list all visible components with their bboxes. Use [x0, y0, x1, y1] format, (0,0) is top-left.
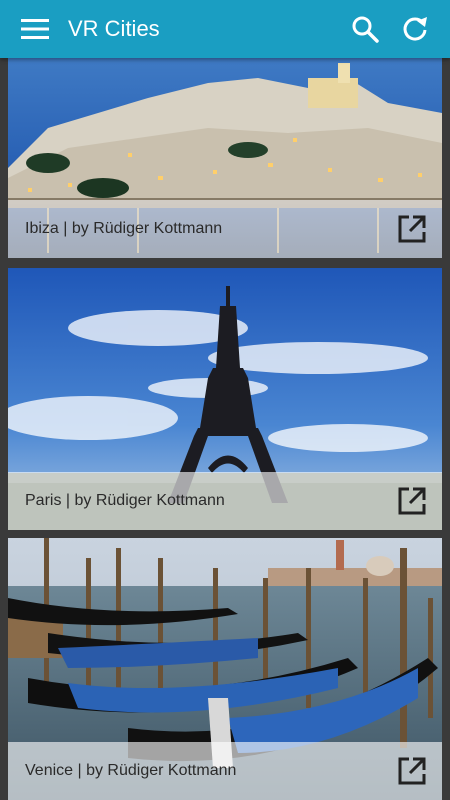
open-button[interactable] — [394, 483, 430, 519]
search-button[interactable] — [350, 14, 380, 44]
card-caption-bar: Paris | by Rüdiger Kottmann — [8, 472, 442, 530]
card-caption: Paris | by Rüdiger Kottmann — [25, 492, 225, 509]
open-button[interactable] — [394, 211, 430, 247]
menu-button[interactable] — [20, 17, 50, 41]
card-caption: Ibiza | by Rüdiger Kottmann — [25, 220, 223, 237]
hamburger-menu-icon — [21, 19, 49, 39]
card-caption: Venice | by Rüdiger Kottmann — [25, 762, 237, 779]
app-title: VR Cities — [68, 16, 160, 41]
open-external-icon — [398, 487, 426, 515]
open-external-icon — [398, 215, 426, 243]
city-card-paris[interactable]: Paris | by Rüdiger Kottmann — [8, 268, 442, 530]
open-button[interactable] — [394, 753, 430, 789]
card-caption-bar: Ibiza | by Rüdiger Kottmann — [8, 200, 442, 258]
app-bar: VR Cities — [0, 0, 450, 58]
open-external-icon — [398, 757, 426, 785]
card-caption-bar: Venice | by Rüdiger Kottmann — [8, 742, 442, 800]
refresh-button[interactable] — [400, 14, 430, 44]
city-list: Ibiza | by Rüdiger Kottmann Paris | by R… — [0, 58, 450, 800]
city-card-venice[interactable]: Venice | by Rüdiger Kottmann — [8, 538, 442, 800]
refresh-icon — [403, 17, 427, 41]
city-card-ibiza[interactable]: Ibiza | by Rüdiger Kottmann — [8, 58, 442, 258]
search-icon — [352, 16, 379, 43]
